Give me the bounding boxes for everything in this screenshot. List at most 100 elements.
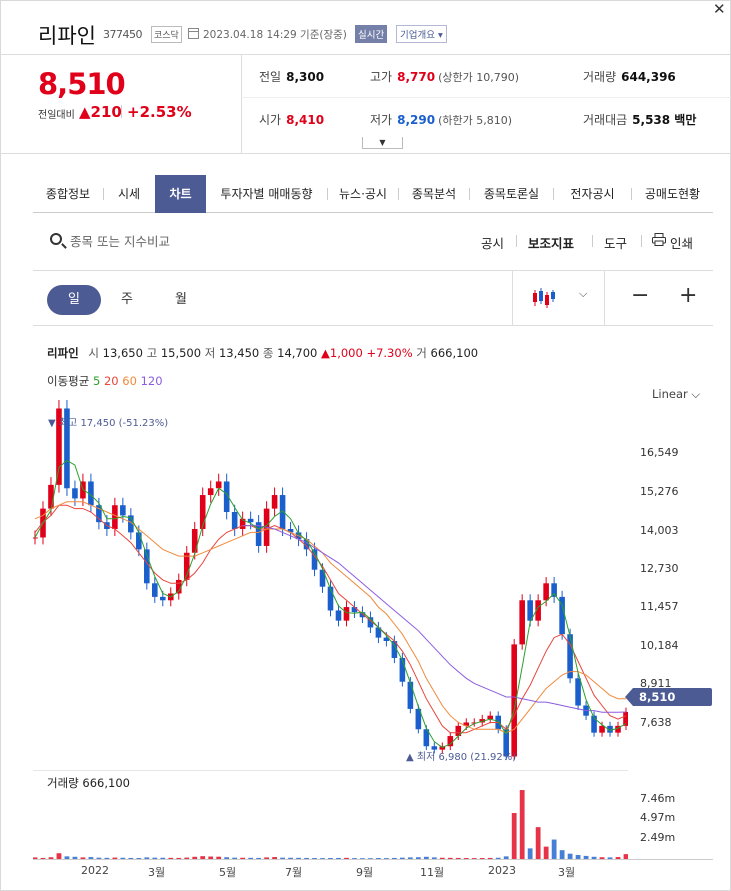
tab-short-selling[interactable]: 공매도현황 — [632, 175, 713, 213]
x-tick-label: 11월 — [420, 866, 445, 879]
ma-5: 5 — [92, 374, 101, 388]
ma-20: 20 — [103, 374, 119, 388]
prev-close: 전일 8,300 — [259, 68, 324, 85]
candle-body — [575, 678, 581, 706]
tab-discussion[interactable]: 종목토론실 — [470, 175, 553, 213]
candle-body — [543, 583, 549, 601]
open-label: 시 — [88, 346, 99, 360]
candle-body — [152, 583, 158, 597]
price-change-pct: +2.53% — [127, 103, 192, 121]
x-tick-label: 2022 — [81, 864, 109, 877]
min-annotation: ▲ 최저 6,980 (21.92%) — [406, 752, 517, 763]
open-value: 8,410 — [286, 113, 325, 127]
volume-value: 644,396 — [621, 70, 676, 84]
candle-body — [231, 512, 238, 529]
candle-body — [112, 505, 118, 529]
price-chart[interactable] — [33, 400, 628, 770]
y-tick-label: 11,457 — [640, 600, 679, 613]
tab-investor-trading[interactable]: 투자자별 매매동향 — [206, 175, 327, 213]
x-tick-label: 7월 — [285, 866, 303, 879]
candle-body — [215, 481, 222, 489]
period-day-button[interactable]: 일 — [47, 285, 101, 315]
amount-label: 거래대금 — [583, 113, 628, 127]
indicators-button[interactable]: 보조지표 — [528, 233, 574, 252]
zoom-out-button[interactable]: − — [631, 283, 649, 308]
period-week-button[interactable]: 주 — [112, 285, 142, 315]
volume: 거래량 644,396 — [583, 68, 676, 85]
market-badge: 코스닥 — [151, 26, 182, 43]
divider — [0, 54, 731, 55]
lower-limit: (하한가 5,810) — [438, 114, 512, 127]
print-button[interactable]: 인쇄 — [670, 233, 693, 252]
candle-body — [599, 725, 605, 733]
candle-body — [199, 495, 206, 529]
x-tick-label: 3월 — [148, 866, 166, 879]
low-value: 8,290 — [397, 113, 436, 127]
y-tick-label: 10,184 — [640, 639, 679, 652]
tools-button[interactable]: 도구 — [604, 233, 627, 252]
chart-high: 15,500 — [160, 346, 202, 360]
candle-body — [271, 495, 278, 509]
vol-tick-label: 4.97m — [640, 811, 676, 824]
stock-header: 리파인 377450 코스닥 2023.04.18 14:29 기준(장중) 실… — [0, 0, 731, 54]
candlestick-icon — [533, 288, 555, 308]
stock-name: 리파인 — [38, 24, 96, 48]
chart-stock-name: 리파인 — [47, 346, 79, 360]
candle-body — [207, 488, 214, 496]
volume-bar — [559, 850, 565, 859]
divider — [0, 153, 731, 154]
print-icon[interactable] — [652, 233, 666, 246]
compare-search-input[interactable] — [70, 231, 270, 251]
x-tick-label: 2023 — [488, 864, 516, 877]
disclosure-toggle[interactable]: 공시 — [481, 233, 504, 252]
zoom-in-button[interactable]: + — [679, 283, 697, 308]
close-icon[interactable]: ✕ — [713, 0, 726, 18]
tab-news[interactable]: 뉴스·공시 — [328, 175, 398, 213]
x-tick-label: 9월 — [356, 866, 374, 879]
divider — [641, 235, 642, 247]
candle-body — [335, 610, 342, 621]
candle-body — [136, 532, 142, 550]
volume-bar — [519, 790, 525, 859]
tab-quote[interactable]: 시세 — [104, 175, 154, 213]
moving-average-legend[interactable]: 이동평균 5 20 60 120 — [47, 373, 163, 389]
candle-body — [351, 607, 358, 613]
high-value: 8,770 — [397, 70, 436, 84]
vol-label: 거 — [416, 346, 427, 360]
open-price: 시가 8,410 — [259, 111, 324, 128]
volume-bar — [511, 813, 517, 859]
candle-body — [191, 528, 198, 553]
chevron-down-icon: ⌵ — [691, 387, 701, 401]
current-price: 8,510 — [38, 67, 126, 101]
volume-bar — [535, 827, 541, 859]
tab-chart[interactable]: 차트 — [155, 175, 206, 213]
expand-chevron-icon[interactable]: ▼ — [362, 137, 403, 149]
low-label: 저가 — [370, 113, 393, 127]
search-icon[interactable] — [50, 233, 62, 245]
volume-chart[interactable] — [33, 771, 628, 859]
prev-close-value: 8,300 — [286, 70, 325, 84]
amount-value: 5,538 백만 — [632, 113, 697, 127]
period-month-button[interactable]: 월 — [166, 285, 196, 315]
candle-body — [247, 518, 254, 523]
chart-change: ▲1,000 +7.30% — [321, 346, 413, 360]
scale-selector[interactable]: Linear ⌵ — [652, 387, 700, 402]
vol-tick-label: 7.46m — [640, 792, 676, 805]
company-overview-button[interactable]: 기업개요 ▾ — [396, 25, 447, 43]
high-label: 고 — [146, 346, 158, 360]
tab-disclosure[interactable]: 전자공시 — [554, 175, 631, 213]
chart-open: 13,650 — [102, 346, 143, 360]
prev-change-label: 전일대비 — [38, 110, 75, 121]
tab-overview[interactable]: 종합정보 — [33, 175, 103, 213]
x-axis — [33, 859, 713, 860]
candle-body — [519, 600, 525, 645]
current-price-tag-label: 8,510 — [639, 690, 676, 704]
tab-analysis[interactable]: 종목분석 — [399, 175, 469, 213]
x-tick-label: 3월 — [558, 866, 576, 879]
chart-type-selector[interactable]: ⌵ — [512, 270, 605, 326]
candle-body — [327, 586, 334, 611]
high-label: 고가 — [370, 70, 393, 84]
volume-bar — [527, 848, 533, 859]
chart-volume: 666,100 — [430, 346, 479, 360]
open-label: 시가 — [259, 113, 282, 127]
